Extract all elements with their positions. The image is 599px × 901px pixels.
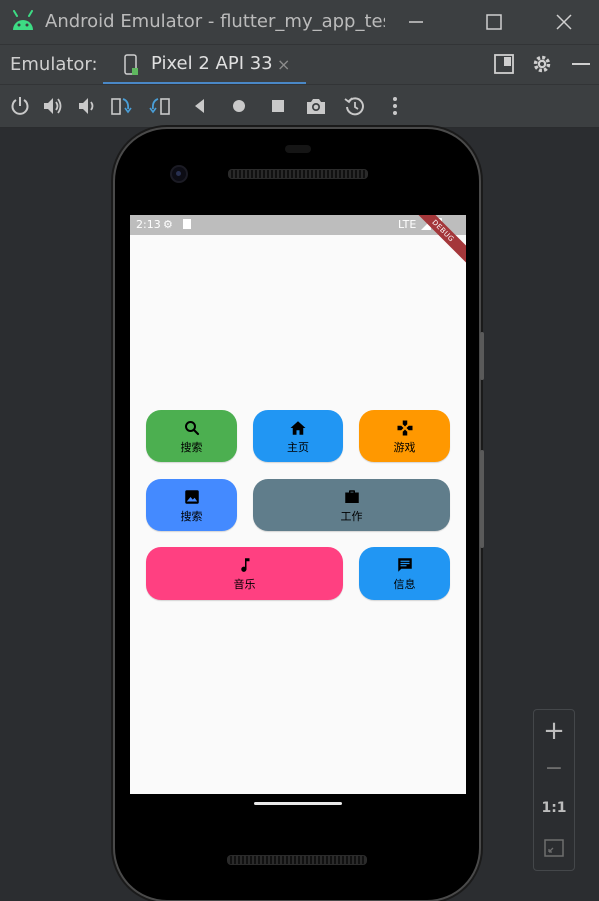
zoom-out-button[interactable]: − (534, 756, 574, 781)
zoom-in-button[interactable]: + (534, 716, 574, 746)
device-screen: 2:13 ⚙ LTE DEBUG 搜索 主页 游戏 搜索 工作 音乐 信息 (130, 215, 466, 794)
emulator-toolbar (0, 84, 599, 128)
rotate-right-icon[interactable] (149, 95, 171, 117)
rotate-left-icon[interactable] (110, 95, 132, 117)
tile-label: 主页 (287, 441, 309, 454)
tile-messages[interactable]: 信息 (359, 547, 450, 600)
close-window-button[interactable] (552, 10, 576, 34)
tab-pixel-2-api-33[interactable]: Pixel 2 API 33 × (103, 45, 306, 85)
tile-label: 搜索 (180, 441, 203, 454)
home-icon (290, 421, 306, 435)
tile-work[interactable]: 工作 (253, 479, 450, 531)
tile-games[interactable]: 游戏 (359, 410, 450, 462)
snapshot-icon[interactable] (344, 95, 366, 117)
device-phone-icon (124, 54, 138, 75)
tile-music[interactable]: 音乐 (146, 547, 343, 600)
minimize-button[interactable] (404, 10, 428, 34)
actual-size-button[interactable]: 1:1 (534, 800, 574, 816)
search-icon (184, 421, 199, 436)
settings-gear-icon[interactable] (531, 53, 553, 75)
status-time: 2:13 (136, 218, 161, 231)
proximity-sensor (285, 145, 311, 153)
image-icon (184, 490, 199, 504)
volume-side-button[interactable] (480, 450, 484, 548)
message-icon (397, 558, 412, 572)
hide-panel-icon[interactable] (570, 53, 592, 75)
tile-label: 音乐 (233, 578, 256, 591)
back-icon[interactable] (189, 95, 211, 117)
overview-icon[interactable] (267, 95, 289, 117)
tab-close-icon[interactable]: × (277, 55, 290, 74)
status-network: LTE (398, 218, 417, 231)
zoom-panel: + − 1:1 (533, 709, 575, 871)
emulator-tab-bar: Emulator: Pixel 2 API 33 × (0, 44, 599, 85)
home-icon[interactable] (228, 95, 250, 117)
tile-label: 工作 (340, 510, 363, 523)
front-camera (172, 167, 186, 181)
tile-label: 信息 (393, 578, 416, 591)
briefcase-icon (344, 490, 359, 503)
tab-label: Pixel 2 API 33 (151, 53, 273, 74)
layout-toggle-icon[interactable] (493, 53, 515, 75)
android-icon (13, 10, 33, 30)
tile-search[interactable]: 搜索 (146, 410, 237, 462)
tile-home[interactable]: 主页 (253, 410, 343, 462)
power-icon[interactable] (9, 95, 31, 117)
power-side-button[interactable] (480, 332, 484, 380)
tile-image-search[interactable]: 搜索 (146, 479, 237, 531)
volume-up-icon[interactable] (42, 95, 64, 117)
tile-label: 游戏 (393, 441, 416, 454)
fit-screen-icon[interactable] (544, 838, 564, 858)
top-speaker (228, 169, 368, 179)
maximize-button[interactable] (482, 10, 506, 34)
volume-down-icon[interactable] (76, 95, 98, 117)
bottom-speaker (227, 855, 367, 865)
window-title: Android Emulator - flutter_my_app_test (45, 11, 385, 32)
more-icon[interactable] (384, 95, 406, 117)
status-sdcard-icon (183, 219, 191, 229)
music-note-icon (240, 558, 249, 572)
status-settings-icon: ⚙ (163, 218, 173, 231)
gamepad-icon (397, 420, 412, 436)
screenshot-icon[interactable] (305, 95, 327, 117)
status-bar: 2:13 ⚙ LTE (130, 215, 466, 235)
tile-label: 搜索 (180, 510, 203, 523)
emulator-label: Emulator: (10, 54, 98, 75)
gesture-nav-bar[interactable] (254, 802, 342, 805)
window-title-bar: Android Emulator - flutter_my_app_test (0, 0, 599, 44)
